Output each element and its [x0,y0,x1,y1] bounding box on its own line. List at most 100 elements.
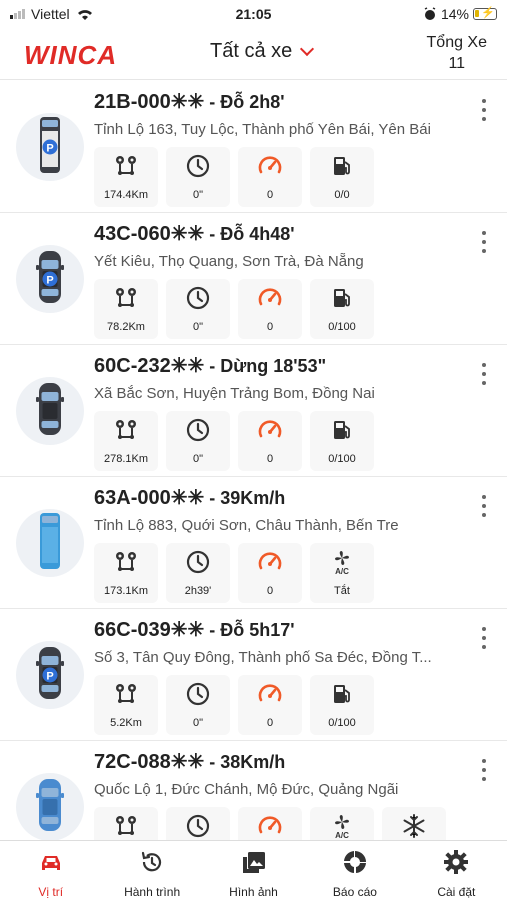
more-options-icon[interactable] [481,627,487,649]
app-logo: WINCA [24,40,118,70]
total-vehicles: Tổng Xe 11 [427,32,487,74]
alarm-icon [424,7,436,20]
tab-label: Vị trí [38,885,64,899]
vehicle-status: - Đỗ 2h8' [204,92,285,112]
stat-value: 0 [266,453,274,465]
stat-value: 0 [266,717,274,729]
route-icon [113,549,139,580]
vehicle-stat-route: 173.1Km [94,543,158,603]
report-icon [342,849,368,880]
more-options-icon[interactable] [481,495,487,517]
vehicle-address: Số 3, Tân Quy Đông, Thành phố Sa Đéc, Đồ… [94,649,432,666]
image-icon [241,849,267,880]
more-options-icon[interactable] [481,363,487,385]
route-icon [113,417,139,448]
vehicle-plate: 43C-060✳✳ [94,223,205,245]
clock-icon [185,681,211,712]
vehicle-address: Yết Kiêu, Thọ Quang, Sơn Trà, Đà Nẵng [94,253,364,270]
car-icon [16,375,84,448]
fuel-icon [329,681,355,712]
vehicle-row[interactable]: 72C-088✳✳ - 38Km/h Quốc Lộ 1, Đức Chánh,… [0,741,507,840]
stat-value: 0/100 [328,453,356,465]
route-icon [113,681,139,712]
bottom-tab-bar: Vị trí Hành trình Hình ảnh Báo cáo Cài đặt [0,840,507,900]
battery-icon: ⚡ [473,7,497,20]
vehicle-stats: 278.1Km 0" 0 0/100 [94,411,374,471]
vehicle-plate-status: 72C-088✳✳ - 38Km/h [94,749,285,774]
more-options-icon[interactable] [481,99,487,121]
speedometer-icon [257,549,283,580]
ac-icon: A/C [329,813,355,840]
stat-value: 0" [192,189,204,201]
speedometer-icon [257,417,283,448]
vehicle-plate-status: 43C-060✳✳ - Đỗ 4h48' [94,221,295,246]
route-icon [113,285,139,316]
vehicle-row[interactable]: P 66C-039✳✳ - Đỗ 5h17' Số 3, Tân Quy Đôn… [0,609,507,741]
more-options-icon[interactable] [481,231,487,253]
vehicle-stats: 78.2Km 0" 0 0/100 [94,279,374,339]
vehicle-stat-ac: A/C [310,807,374,840]
car-icon: P [16,243,84,316]
stat-value: 0 [266,321,274,333]
vehicle-row[interactable]: 63A-000✳✳ - 39Km/h Tỉnh Lộ 883, Quới Sơn… [0,477,507,609]
total-label: Tổng Xe [426,34,487,51]
more-options-icon[interactable] [481,759,487,781]
fuel-icon [329,153,355,184]
total-count: 11 [448,55,466,72]
stat-value: 5.2Km [110,717,142,729]
tab-car[interactable]: Vị trí [0,841,101,900]
tab-history[interactable]: Hành trình [101,841,202,900]
stat-value: 0/100 [328,717,356,729]
chevron-down-icon [300,41,315,56]
svg-text:A/C: A/C [335,567,349,575]
tab-label: Báo cáo [332,885,377,899]
vehicle-stat-snowflake [382,807,446,840]
vehicle-stats: 173.1Km 2h39' 0 A/C Tắt [94,543,374,603]
stat-value: 278.1Km [103,453,149,465]
vehicle-avatar: P [16,113,84,181]
vehicle-plate: 72C-088✳✳ [94,751,205,773]
route-icon [113,153,139,184]
vehicle-row[interactable]: P 21B-000✳✳ - Đỗ 2h8' Tỉnh Lộ 163, Tuy L… [0,81,507,213]
vehicle-plate: 60C-232✳✳ [94,355,205,377]
vehicle-stat-clock: 0" [166,147,230,207]
tab-report[interactable]: Báo cáo [304,841,405,900]
vehicle-filter-dropdown[interactable]: Tất cả xe [210,40,315,63]
battery-group: 14% ⚡ [423,6,497,22]
speedometer-icon [257,153,283,184]
vehicle-stat-speedometer [238,807,302,840]
vehicle-stat-route: 78.2Km [94,279,158,339]
vehicle-stat-clock [166,807,230,840]
speedometer-icon [257,681,283,712]
vehicle-stats: 174.4Km 0" 0 0/0 [94,147,374,207]
vehicle-avatar: P [16,641,84,709]
clock-icon [185,285,211,316]
vehicle-stat-clock: 0" [166,411,230,471]
ac-icon: A/C [329,549,355,580]
vehicle-plate-status: 60C-232✳✳ - Dừng 18'53" [94,353,326,378]
vehicle-stat-fuel: 0/100 [310,279,374,339]
car-icon [38,849,64,880]
page-title: Tất cả xe [210,40,293,62]
vehicle-avatar [16,377,84,445]
svg-text:A/C: A/C [335,831,349,839]
tab-label: Cài đặt [437,885,476,899]
vehicle-address: Tỉnh Lộ 163, Tuy Lộc, Thành phố Yên Bái,… [94,121,431,138]
vehicle-stat-route: 278.1Km [94,411,158,471]
vehicle-row[interactable]: P 43C-060✳✳ - Đỗ 4h48' Yết Kiêu, Thọ Qua… [0,213,507,345]
stat-value: 0 [266,585,274,597]
vehicle-row[interactable]: 60C-232✳✳ - Dừng 18'53" Xã Bắc Sơn, Huyệ… [0,345,507,477]
route-icon [113,813,139,840]
svg-text:P: P [46,670,53,682]
vehicle-address: Tỉnh Lộ 883, Quới Sơn, Châu Thành, Bến T… [94,517,399,534]
tab-settings[interactable]: Cài đặt [406,841,507,900]
vehicle-avatar: P [16,245,84,313]
vehicle-address: Quốc Lộ 1, Đức Chánh, Mộ Đức, Quảng Ngãi [94,781,399,798]
vehicle-status: - Đỗ 5h17' [204,620,295,640]
vehicle-avatar [16,773,84,840]
svg-text:P: P [46,274,53,286]
vehicle-stats: A/C [94,807,446,840]
vehicle-stat-speedometer: 0 [238,411,302,471]
stat-value: 174.4Km [103,189,149,201]
tab-image[interactable]: Hình ảnh [203,841,304,900]
